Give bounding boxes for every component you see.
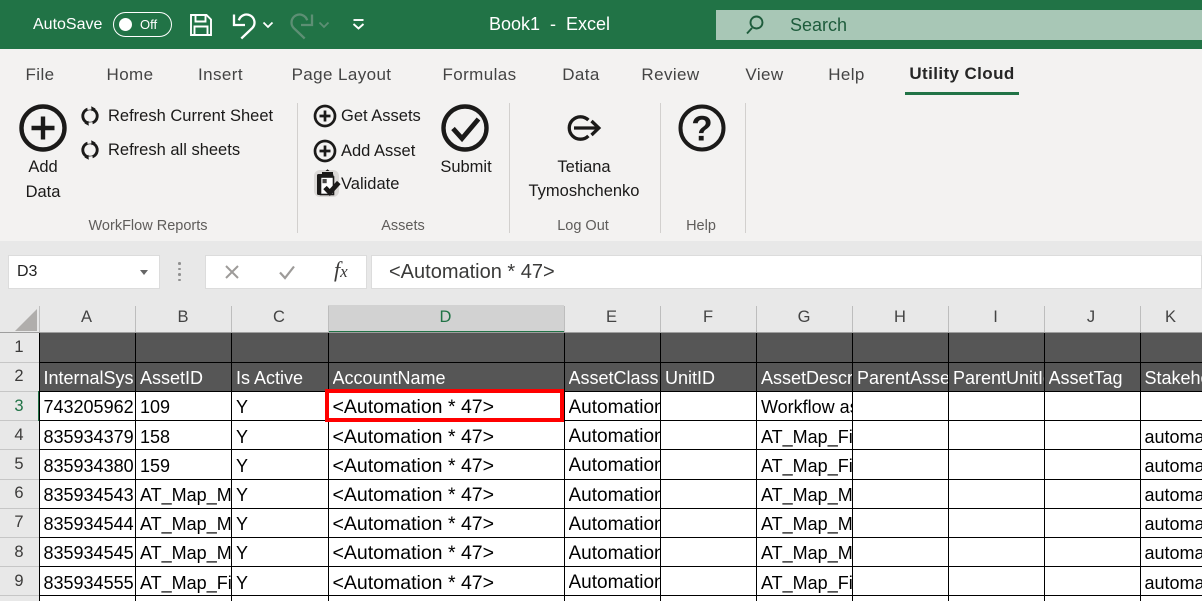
svg-text:?: ?: [691, 110, 712, 149]
